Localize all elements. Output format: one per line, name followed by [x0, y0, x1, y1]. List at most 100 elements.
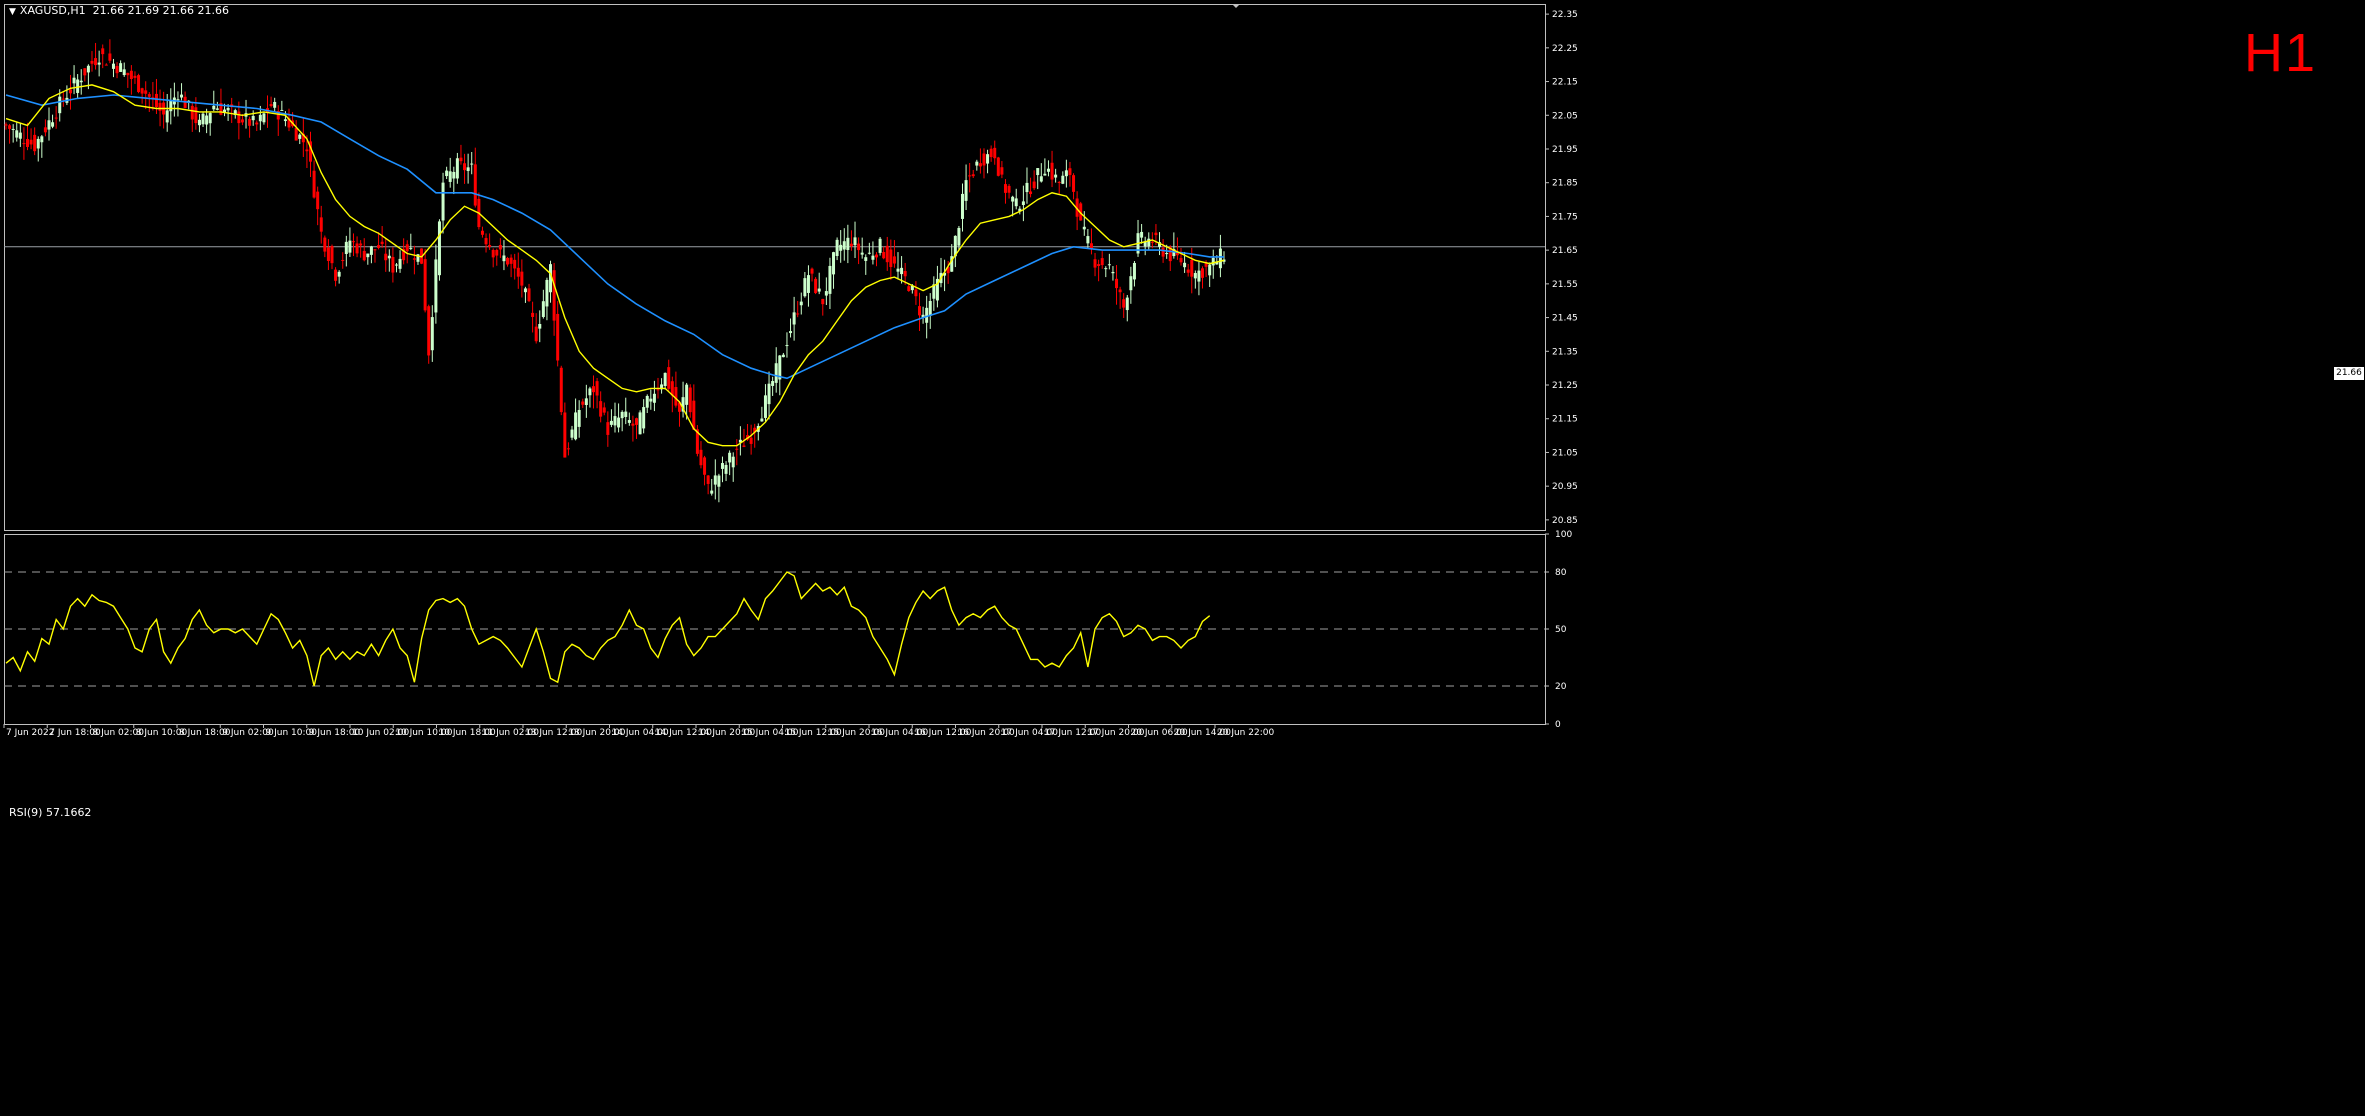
candle-body [774, 363, 778, 383]
candle-body [885, 245, 889, 263]
candle-body [853, 237, 857, 246]
rsi-tick-label: 100 [1555, 530, 1572, 540]
candle-body [330, 246, 334, 264]
candle-body [996, 157, 1000, 176]
candle-body [316, 191, 320, 210]
candle-body [1061, 175, 1065, 184]
candle-body [359, 243, 363, 246]
candle-body [137, 75, 141, 93]
ohlc-label: 21.66 21.69 21.66 21.66 [92, 4, 230, 17]
candle-body [430, 317, 434, 351]
candle-body [982, 153, 986, 166]
candle-body [878, 238, 882, 253]
candle-body [205, 115, 209, 125]
candle-body [344, 241, 348, 254]
candle-body [688, 387, 692, 413]
candle-body [47, 120, 51, 130]
candle-body [144, 90, 148, 94]
candle-body [964, 180, 968, 201]
candle-body [1057, 181, 1061, 183]
candle-body [857, 243, 861, 251]
candle-body [1186, 269, 1190, 273]
candle-body [1064, 170, 1068, 177]
price-tick-label: 22.35 [1552, 10, 1578, 20]
candle-body [452, 171, 456, 179]
dropdown-triangle-icon[interactable]: ▼ [9, 7, 16, 17]
candle-body [4, 124, 8, 126]
candle-body [918, 306, 921, 316]
candle-body [380, 241, 384, 244]
candle-body [176, 99, 180, 101]
candle-body [1211, 257, 1215, 266]
candle-body [1190, 259, 1194, 277]
candle-body [122, 69, 126, 76]
candle-body [1107, 264, 1111, 266]
candle-body [667, 367, 671, 389]
candle-body [609, 420, 613, 425]
candle-body [351, 241, 355, 243]
rsi-tick-label: 50 [1555, 625, 1567, 635]
candle-body [72, 77, 76, 84]
candle-body [638, 412, 642, 435]
candle-body [212, 105, 216, 110]
candle-body [466, 167, 470, 171]
candle-body [749, 437, 753, 444]
candle-body [627, 420, 631, 423]
candle-body [735, 448, 739, 450]
candle-body [728, 452, 732, 463]
candle-body [441, 182, 445, 221]
candle-body [867, 252, 871, 254]
candle-body [337, 271, 341, 277]
candle-body [8, 125, 12, 129]
candle-body [907, 286, 911, 292]
trading-chart[interactable]: 22.35 22.25 22.15 22.05 21.95 21.85 21.75 21.65… [0, 0, 2365, 1116]
chart-canvas[interactable]: 22.35 22.25 22.15 22.05 21.95 21.85 21.75 21.65… [0, 0, 2365, 1116]
candle-body [538, 323, 542, 329]
candle-body [158, 102, 162, 111]
candle-body [1014, 198, 1018, 207]
candle-body [126, 72, 130, 76]
candlestick-series [4, 39, 1226, 503]
candle-body [602, 407, 606, 413]
candle-body [767, 383, 771, 405]
rsi-tick-label: 0 [1555, 720, 1561, 730]
candle-body [384, 253, 388, 261]
candle-body [240, 119, 244, 123]
candle-body [1183, 262, 1187, 268]
candle-body [445, 170, 449, 177]
chart-header: ▼ XAGUSD,H1 21.66 21.69 21.66 21.66 [9, 4, 229, 17]
candle-body [1140, 231, 1144, 238]
candle-body [824, 291, 828, 296]
candle-body [108, 53, 112, 61]
candle-body [699, 449, 703, 466]
candle-body [355, 243, 359, 254]
candle-body [1093, 259, 1097, 268]
candle-body [111, 63, 115, 69]
candle-body [1007, 185, 1011, 193]
candle-body [581, 401, 585, 405]
candle-body [366, 253, 370, 258]
candle-body [147, 94, 151, 97]
price-tick-label: 21.25 [1552, 381, 1578, 391]
candle-body [76, 79, 80, 93]
candle-body [842, 241, 846, 250]
candle-body [33, 134, 37, 152]
candle-body [398, 258, 402, 269]
candle-body [97, 62, 101, 65]
candle-body [1082, 226, 1086, 230]
candle-body [781, 354, 785, 358]
candle-body [101, 48, 105, 55]
candle-body [960, 193, 964, 219]
candle-body [1043, 173, 1047, 176]
candle-body [455, 158, 459, 179]
candle-body [54, 117, 58, 119]
candle-body [68, 89, 72, 94]
candle-body [993, 147, 997, 159]
candle-body [620, 411, 624, 419]
candle-body [305, 149, 309, 152]
candle-body [531, 312, 535, 317]
candle-body [334, 269, 338, 281]
candle-body [803, 278, 807, 297]
candle-body [763, 395, 767, 418]
candle-body [1025, 182, 1029, 193]
